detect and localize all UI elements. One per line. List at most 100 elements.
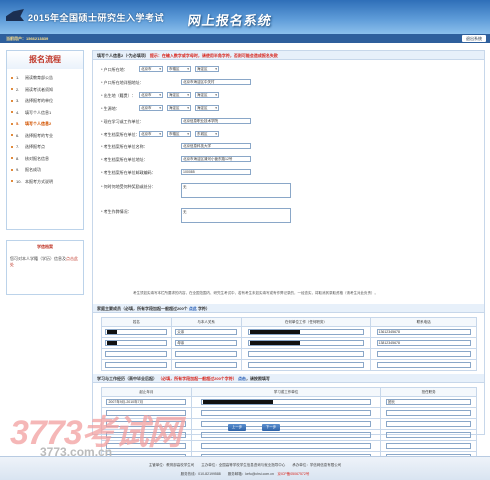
region-select[interactable]: 市辖区 xyxy=(167,131,191,137)
sidebar-item[interactable]: 6. 选择报考的专业 xyxy=(11,130,83,142)
redacted-mask xyxy=(249,330,300,335)
sidebar-item[interactable]: 8. 核对报名信息 xyxy=(11,153,83,165)
sidebar-item[interactable]: 3. 选择报考的单位 xyxy=(11,95,83,107)
sidebar-item-number: 1. xyxy=(16,75,20,80)
name-cell[interactable] xyxy=(101,337,172,349)
region-select[interactable]: 海淀区 xyxy=(167,92,191,98)
region-select[interactable]: 海淀区 xyxy=(195,105,219,111)
relation-input[interactable]: 母亲 xyxy=(175,340,238,346)
text-area[interactable]: 无 xyxy=(181,183,291,198)
sidebar-item[interactable]: 4. 填写个人信息1 xyxy=(11,107,83,119)
form-label: * 户口所在地详细地址： xyxy=(101,80,144,85)
sidebar-item[interactable]: 7. 选择报考点 xyxy=(11,141,83,153)
name-input[interactable] xyxy=(105,361,168,368)
system-title: 网上报名系统 xyxy=(186,13,273,28)
employer-input[interactable] xyxy=(201,431,371,438)
region-select[interactable]: 北京市 xyxy=(139,66,163,72)
role-input[interactable] xyxy=(386,442,472,449)
phone-cell[interactable] xyxy=(370,348,477,360)
name-input[interactable] xyxy=(105,329,168,335)
text-input[interactable]: 北京市海淀区清河小营东路12号 xyxy=(181,156,251,162)
employer-input[interactable] xyxy=(201,409,371,416)
phone-input[interactable] xyxy=(376,350,471,357)
region-select[interactable]: 海淀区 xyxy=(195,92,219,98)
sidebar-item[interactable]: 9. 报名成功 xyxy=(11,164,83,176)
sidebar-item-number: 3. xyxy=(16,98,20,103)
sidebar-item-number: 10. xyxy=(16,178,22,184)
region-select[interactable]: 北京市 xyxy=(139,92,163,98)
region-select[interactable]: 海淀区 xyxy=(167,105,191,111)
employer-cell[interactable] xyxy=(190,440,382,452)
family-hint-link[interactable]: 点此 xyxy=(189,306,197,311)
name-cell[interactable] xyxy=(101,326,172,338)
employer-input[interactable] xyxy=(201,442,371,449)
next-step-button[interactable]: 下一步 xyxy=(262,424,280,431)
region-select[interactable]: 北京市 xyxy=(139,105,163,111)
phone-cell[interactable]: 13612345678 xyxy=(370,326,477,338)
form-note: 考生须如实填写本栏所要求的内容，在全国范围内、研究生考试中，若有考生未如实填写或… xyxy=(133,291,378,295)
text-input[interactable]: 北京信息职业技术学院 xyxy=(181,118,251,124)
text-input[interactable]: 北京信息科技大学 xyxy=(181,143,251,149)
role-cell[interactable] xyxy=(380,418,477,430)
sidebar-item[interactable]: 10. 本报考方式说明 xyxy=(11,176,83,188)
sidebar-item[interactable]: 1. 阅读教育部公告 xyxy=(11,72,83,84)
role-input[interactable] xyxy=(386,420,472,427)
relation-input[interactable] xyxy=(175,361,238,368)
employer-cell[interactable] xyxy=(240,359,372,371)
relation-cell[interactable] xyxy=(170,348,242,360)
text-area[interactable]: 无 xyxy=(181,208,291,223)
employer-input[interactable] xyxy=(247,329,364,335)
employer-input[interactable] xyxy=(247,340,364,346)
relation-input[interactable]: 父亲 xyxy=(175,329,238,335)
role-cell[interactable]: 团长 xyxy=(380,396,477,408)
sidebar-item[interactable]: 2. 阅读考试者须知 xyxy=(11,84,83,96)
phone-input[interactable] xyxy=(376,361,471,368)
edu-hint-link[interactable]: 点击 xyxy=(238,376,246,381)
footer: 主管单位：教育部高校学生司 主办单位：全国高等学校学生信息咨询与就业指导中心 承… xyxy=(0,456,490,480)
sidebar-item[interactable]: 5. 填写个人信息2 xyxy=(11,118,83,130)
phone-input[interactable]: 13612345678 xyxy=(376,329,471,335)
role-cell[interactable] xyxy=(380,440,477,452)
employer-cell[interactable] xyxy=(240,326,372,338)
role-input[interactable]: 团长 xyxy=(386,399,472,405)
logout-button[interactable]: 退出系统 xyxy=(462,35,486,42)
relation-cell[interactable]: 母亲 xyxy=(170,337,242,349)
region-select[interactable]: 市辖区 xyxy=(167,66,191,72)
form-label: * 考生档案所在单位名称： xyxy=(101,144,148,149)
employer-input[interactable] xyxy=(201,420,371,427)
relation-cell[interactable]: 父亲 xyxy=(170,326,242,338)
relation-cell[interactable] xyxy=(170,359,242,371)
text-input[interactable]: 100085 xyxy=(181,169,251,175)
employer-cell[interactable] xyxy=(190,396,382,408)
role-input[interactable] xyxy=(386,431,472,438)
relation-input[interactable] xyxy=(175,350,238,357)
region-select[interactable]: 北京市 xyxy=(139,131,163,137)
sidebar-item-number: 4. xyxy=(16,109,20,115)
name-input[interactable] xyxy=(105,350,168,357)
name-cell[interactable] xyxy=(101,359,172,371)
text-input[interactable]: 北京市海淀区中关村 xyxy=(181,79,251,85)
employer-input[interactable] xyxy=(201,399,371,405)
phone-input[interactable]: 13812345678 xyxy=(376,340,471,346)
region-select[interactable]: 海淀区 xyxy=(195,66,219,72)
role-input[interactable] xyxy=(386,409,472,416)
name-input[interactable] xyxy=(105,340,168,346)
name-cell[interactable] xyxy=(101,348,172,360)
region-select[interactable]: 东城区 xyxy=(195,131,219,137)
employer-cell[interactable] xyxy=(240,348,372,360)
phone-cell[interactable]: 13812345678 xyxy=(370,337,477,349)
employer-input[interactable] xyxy=(247,361,364,368)
employer-input[interactable] xyxy=(247,350,364,357)
sidebar-list: 1. 阅读教育部公告 2. 阅读考试者须知 3. 选择报考的单位 4. 填写个人信息1 5. 填写… xyxy=(7,69,83,187)
sidebar-item-number: 9. xyxy=(16,167,20,172)
employer-cell[interactable] xyxy=(240,337,372,349)
sidebar: 报名流程 1. 阅读教育部公告 2. 阅读考试者须知 3. 选择报考的单位 4. 填写个人信息… xyxy=(6,50,84,230)
employer-cell[interactable] xyxy=(190,429,382,441)
prev-step-button[interactable]: 上一步 xyxy=(228,424,246,431)
sidebar-item-number: 7. xyxy=(16,144,20,149)
role-cell[interactable] xyxy=(380,407,477,419)
employer-cell[interactable] xyxy=(190,407,382,419)
employer-cell[interactable] xyxy=(190,418,382,430)
role-cell[interactable] xyxy=(380,429,477,441)
phone-cell[interactable] xyxy=(370,359,477,371)
